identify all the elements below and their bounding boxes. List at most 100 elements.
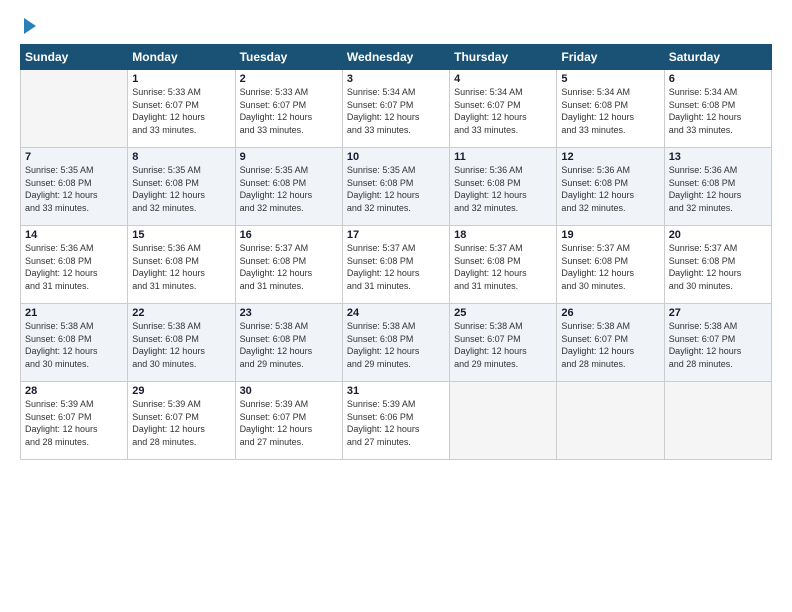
- day-number: 10: [347, 151, 445, 163]
- day-info: Sunrise: 5:34 AM Sunset: 6:07 PM Dayligh…: [454, 87, 527, 135]
- day-info: Sunrise: 5:34 AM Sunset: 6:08 PM Dayligh…: [669, 87, 742, 135]
- day-header-sunday: Sunday: [21, 45, 128, 70]
- day-header-monday: Monday: [128, 45, 235, 70]
- day-info: Sunrise: 5:38 AM Sunset: 6:07 PM Dayligh…: [669, 321, 742, 369]
- header-row: SundayMondayTuesdayWednesdayThursdayFrid…: [21, 45, 772, 70]
- calendar-cell: 26 Sunrise: 5:38 AM Sunset: 6:07 PM Dayli…: [557, 304, 664, 382]
- calendar-table: SundayMondayTuesdayWednesdayThursdayFrid…: [20, 44, 772, 460]
- calendar-cell: 10 Sunrise: 5:35 AM Sunset: 6:08 PM Dayli…: [342, 148, 449, 226]
- calendar-cell: 11 Sunrise: 5:36 AM Sunset: 6:08 PM Dayli…: [450, 148, 557, 226]
- day-number: 30: [240, 385, 338, 397]
- day-info: Sunrise: 5:33 AM Sunset: 6:07 PM Dayligh…: [240, 87, 313, 135]
- calendar-cell: 16Sunrise: 5:37 AM Sunset: 6:08 PM Dayli…: [235, 226, 342, 304]
- day-number: 6: [669, 73, 767, 85]
- calendar-cell: 19Sunrise: 5:37 AM Sunset: 6:08 PM Dayli…: [557, 226, 664, 304]
- day-info: Sunrise: 5:37 AM Sunset: 6:08 PM Dayligh…: [347, 243, 420, 291]
- day-info: Sunrise: 5:38 AM Sunset: 6:08 PM Dayligh…: [347, 321, 420, 369]
- logo-arrow-icon: [24, 18, 36, 34]
- day-info: Sunrise: 5:39 AM Sunset: 6:07 PM Dayligh…: [132, 399, 205, 447]
- day-number: 16: [240, 229, 338, 241]
- day-info: Sunrise: 5:36 AM Sunset: 6:08 PM Dayligh…: [561, 165, 634, 213]
- calendar-cell: 29 Sunrise: 5:39 AM Sunset: 6:07 PM Dayli…: [128, 382, 235, 460]
- week-row-4: 21 Sunrise: 5:38 AM Sunset: 6:08 PM Dayli…: [21, 304, 772, 382]
- logo: [20, 18, 36, 34]
- day-number: 11: [454, 151, 552, 163]
- day-info: Sunrise: 5:35 AM Sunset: 6:08 PM Dayligh…: [240, 165, 313, 213]
- day-info: Sunrise: 5:35 AM Sunset: 6:08 PM Dayligh…: [347, 165, 420, 213]
- calendar-cell: 13 Sunrise: 5:36 AM Sunset: 6:08 PM Dayli…: [664, 148, 771, 226]
- day-info: Sunrise: 5:36 AM Sunset: 6:08 PM Dayligh…: [669, 165, 742, 213]
- day-number: 28: [25, 385, 123, 397]
- calendar-cell: 14 Sunrise: 5:36 AM Sunset: 6:08 PM Dayli…: [21, 226, 128, 304]
- day-info: Sunrise: 5:36 AM Sunset: 6:08 PM Dayligh…: [132, 243, 205, 291]
- day-info: Sunrise: 5:36 AM Sunset: 6:08 PM Dayligh…: [454, 165, 527, 213]
- calendar-cell: 1 Sunrise: 5:33 AM Sunset: 6:07 PM Daylig…: [128, 70, 235, 148]
- calendar-cell: 20 Sunrise: 5:37 AM Sunset: 6:08 PM Dayli…: [664, 226, 771, 304]
- day-header-wednesday: Wednesday: [342, 45, 449, 70]
- page: SundayMondayTuesdayWednesdayThursdayFrid…: [0, 0, 792, 612]
- calendar-cell: 4Sunrise: 5:34 AM Sunset: 6:07 PM Daylig…: [450, 70, 557, 148]
- calendar-cell: 21 Sunrise: 5:38 AM Sunset: 6:08 PM Dayli…: [21, 304, 128, 382]
- calendar-cell: 23 Sunrise: 5:38 AM Sunset: 6:08 PM Dayli…: [235, 304, 342, 382]
- day-number: 19: [561, 229, 659, 241]
- day-info: Sunrise: 5:39 AM Sunset: 6:06 PM Dayligh…: [347, 399, 420, 447]
- day-info: Sunrise: 5:37 AM Sunset: 6:08 PM Dayligh…: [669, 243, 742, 291]
- calendar-cell: [450, 382, 557, 460]
- calendar-cell: 24Sunrise: 5:38 AM Sunset: 6:08 PM Dayli…: [342, 304, 449, 382]
- day-number: 23: [240, 307, 338, 319]
- day-info: Sunrise: 5:39 AM Sunset: 6:07 PM Dayligh…: [25, 399, 98, 447]
- day-number: 13: [669, 151, 767, 163]
- calendar-cell: 9Sunrise: 5:35 AM Sunset: 6:08 PM Daylig…: [235, 148, 342, 226]
- day-header-tuesday: Tuesday: [235, 45, 342, 70]
- calendar-cell: 12 Sunrise: 5:36 AM Sunset: 6:08 PM Dayli…: [557, 148, 664, 226]
- day-number: 31: [347, 385, 445, 397]
- calendar-cell: 18 Sunrise: 5:37 AM Sunset: 6:08 PM Dayli…: [450, 226, 557, 304]
- day-number: 22: [132, 307, 230, 319]
- day-number: 5: [561, 73, 659, 85]
- day-number: 17: [347, 229, 445, 241]
- calendar-cell: 31 Sunrise: 5:39 AM Sunset: 6:06 PM Dayli…: [342, 382, 449, 460]
- week-row-1: 1 Sunrise: 5:33 AM Sunset: 6:07 PM Daylig…: [21, 70, 772, 148]
- week-row-3: 14 Sunrise: 5:36 AM Sunset: 6:08 PM Dayli…: [21, 226, 772, 304]
- day-number: 26: [561, 307, 659, 319]
- day-number: 2: [240, 73, 338, 85]
- day-number: 20: [669, 229, 767, 241]
- day-number: 18: [454, 229, 552, 241]
- day-header-thursday: Thursday: [450, 45, 557, 70]
- calendar-cell: 25Sunrise: 5:38 AM Sunset: 6:07 PM Dayli…: [450, 304, 557, 382]
- day-info: Sunrise: 5:36 AM Sunset: 6:08 PM Dayligh…: [25, 243, 98, 291]
- day-info: Sunrise: 5:38 AM Sunset: 6:07 PM Dayligh…: [454, 321, 527, 369]
- week-row-5: 28 Sunrise: 5:39 AM Sunset: 6:07 PM Dayli…: [21, 382, 772, 460]
- header: [20, 18, 772, 34]
- day-number: 27: [669, 307, 767, 319]
- day-number: 3: [347, 73, 445, 85]
- day-info: Sunrise: 5:33 AM Sunset: 6:07 PM Dayligh…: [132, 87, 205, 135]
- calendar-cell: 22 Sunrise: 5:38 AM Sunset: 6:08 PM Dayli…: [128, 304, 235, 382]
- day-info: Sunrise: 5:38 AM Sunset: 6:08 PM Dayligh…: [132, 321, 205, 369]
- day-number: 14: [25, 229, 123, 241]
- week-row-2: 7 Sunrise: 5:35 AM Sunset: 6:08 PM Daylig…: [21, 148, 772, 226]
- day-number: 29: [132, 385, 230, 397]
- day-number: 15: [132, 229, 230, 241]
- day-number: 7: [25, 151, 123, 163]
- day-number: 1: [132, 73, 230, 85]
- day-number: 21: [25, 307, 123, 319]
- day-info: Sunrise: 5:35 AM Sunset: 6:08 PM Dayligh…: [25, 165, 98, 213]
- day-info: Sunrise: 5:35 AM Sunset: 6:08 PM Dayligh…: [132, 165, 205, 213]
- calendar-cell: [557, 382, 664, 460]
- day-info: Sunrise: 5:38 AM Sunset: 6:08 PM Dayligh…: [25, 321, 98, 369]
- day-info: Sunrise: 5:39 AM Sunset: 6:07 PM Dayligh…: [240, 399, 313, 447]
- day-header-saturday: Saturday: [664, 45, 771, 70]
- calendar-cell: 8Sunrise: 5:35 AM Sunset: 6:08 PM Daylig…: [128, 148, 235, 226]
- day-number: 12: [561, 151, 659, 163]
- calendar-cell: 5 Sunrise: 5:34 AM Sunset: 6:08 PM Daylig…: [557, 70, 664, 148]
- day-info: Sunrise: 5:34 AM Sunset: 6:08 PM Dayligh…: [561, 87, 634, 135]
- day-info: Sunrise: 5:37 AM Sunset: 6:08 PM Dayligh…: [454, 243, 527, 291]
- calendar-cell: [664, 382, 771, 460]
- calendar-cell: 15 Sunrise: 5:36 AM Sunset: 6:08 PM Dayli…: [128, 226, 235, 304]
- day-info: Sunrise: 5:38 AM Sunset: 6:07 PM Dayligh…: [561, 321, 634, 369]
- calendar-cell: 6 Sunrise: 5:34 AM Sunset: 6:08 PM Daylig…: [664, 70, 771, 148]
- calendar-cell: 3Sunrise: 5:34 AM Sunset: 6:07 PM Daylig…: [342, 70, 449, 148]
- calendar-cell: 27 Sunrise: 5:38 AM Sunset: 6:07 PM Dayli…: [664, 304, 771, 382]
- day-info: Sunrise: 5:38 AM Sunset: 6:08 PM Dayligh…: [240, 321, 313, 369]
